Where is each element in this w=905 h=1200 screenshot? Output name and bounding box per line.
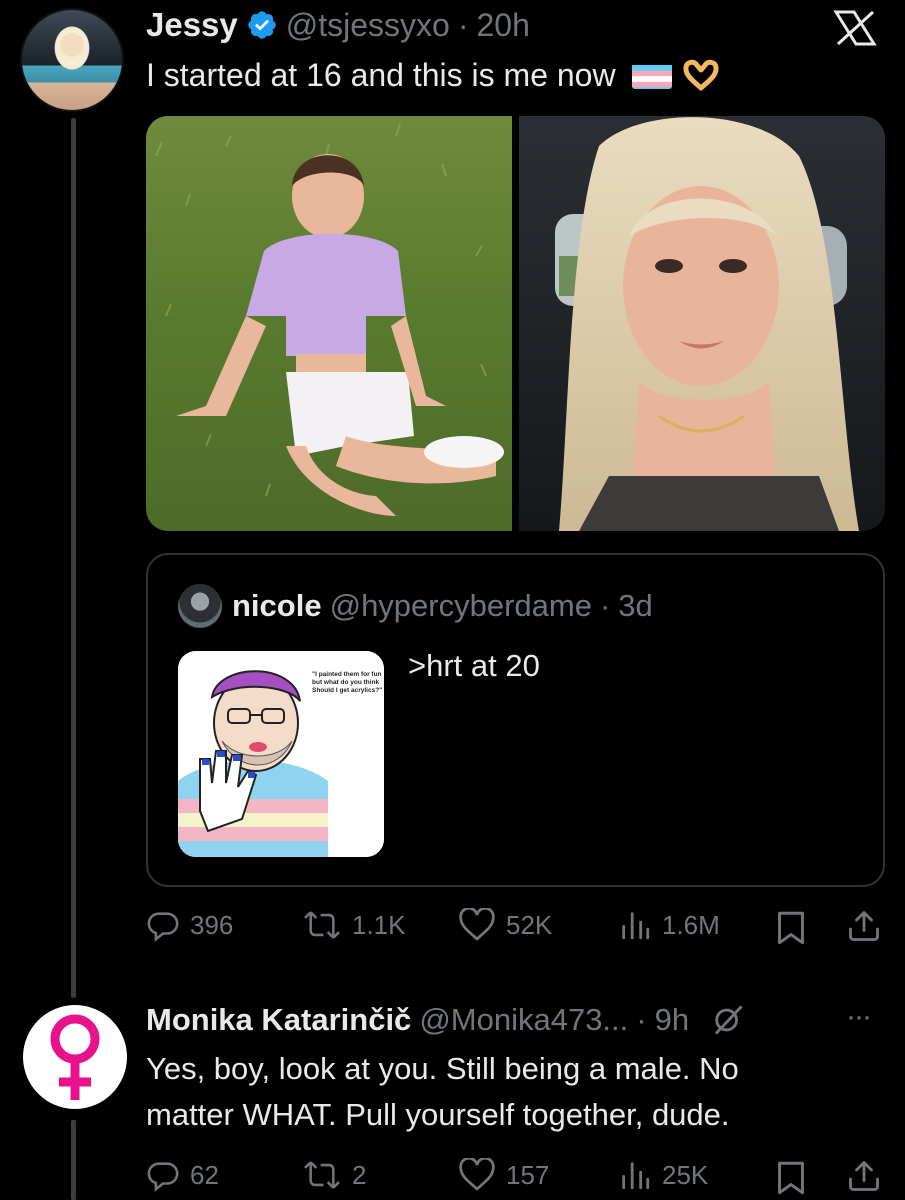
reply-header: Monika Katarinčič @Monika473... · 9h xyxy=(146,1002,745,1038)
reply-views-count: 25K xyxy=(662,1159,709,1190)
bookmark-icon[interactable] xyxy=(774,910,808,951)
separator-dot: · xyxy=(457,6,469,43)
x-logo-icon xyxy=(826,10,884,46)
reply-share-icon[interactable] xyxy=(846,1158,882,1199)
retweet-icon xyxy=(304,911,340,939)
heart-icon xyxy=(459,908,495,941)
author-name[interactable]: Jessy xyxy=(146,6,238,44)
quote-separator-dot: · xyxy=(599,588,611,623)
views-icon xyxy=(622,912,650,940)
retweet-icon xyxy=(304,1161,340,1189)
quote-header: nicole @hypercyberdame · 3d xyxy=(232,588,653,624)
reply-retweet-count: 2 xyxy=(352,1159,367,1190)
tweet-time[interactable]: 20h xyxy=(477,7,530,44)
tweet-header: Jessy @tsjessyxo · 20h xyxy=(146,6,530,44)
share-icon[interactable] xyxy=(846,908,882,949)
heart-icon xyxy=(459,1158,495,1191)
avatar[interactable] xyxy=(20,8,124,112)
quote-author-name[interactable]: nicole xyxy=(232,588,322,624)
quote-image-caption: "I painted them for fun but what do you … xyxy=(312,671,383,694)
reply-icon xyxy=(147,1162,179,1192)
tweet-text: I started at 16 and this is me now xyxy=(146,57,616,93)
reply-reply-button[interactable]: 62 xyxy=(146,1158,219,1192)
reply-separator-dot: · xyxy=(636,1002,647,1037)
quote-author-handle[interactable]: @hypercyberdame xyxy=(330,588,592,624)
heart-hands-icon xyxy=(682,58,720,92)
reply-author-handle[interactable]: @Monika473... xyxy=(419,1002,628,1038)
transgender-flag-icon xyxy=(631,61,672,89)
thread-line-top xyxy=(71,118,76,998)
reply-icon xyxy=(147,912,179,942)
thread-line-bottom xyxy=(71,1120,76,1200)
views-icon xyxy=(622,1162,650,1190)
reply-time[interactable]: 9h xyxy=(655,1002,689,1038)
reply-text-line-2: matter WHAT. Pull yourself together, dud… xyxy=(146,1097,730,1132)
reply-text: Yes, boy, look at you. Still being a mal… xyxy=(146,1046,739,1138)
reply-avatar[interactable] xyxy=(23,1005,127,1109)
retweet-count: 1.1K xyxy=(352,909,406,940)
reply-like-button[interactable]: 157 xyxy=(458,1158,549,1192)
reply-count: 396 xyxy=(190,909,234,940)
reply-author-name[interactable]: Monika Katarinčič xyxy=(146,1002,411,1038)
quote-time[interactable]: 3d xyxy=(618,588,652,624)
reply-bookmark-icon[interactable] xyxy=(774,1160,808,1200)
like-count: 52K xyxy=(506,909,553,940)
quote-media-image[interactable]: "I painted them for fun but what do you … xyxy=(178,651,384,857)
tweet-media-image-2[interactable] xyxy=(519,116,885,531)
venus-symbol-icon xyxy=(50,1014,100,1100)
verified-badge-icon xyxy=(246,9,278,41)
reply-like-count: 157 xyxy=(506,1159,550,1190)
grok-icon[interactable] xyxy=(711,1003,745,1037)
tweet-media-image-1[interactable] xyxy=(146,116,512,531)
more-options-icon[interactable]: ··· xyxy=(846,1000,872,1034)
views-button[interactable]: 1.6M xyxy=(618,908,720,942)
like-button[interactable]: 52K xyxy=(458,908,552,942)
reply-reply-count: 62 xyxy=(190,1159,219,1190)
retweet-button[interactable]: 1.1K xyxy=(302,908,406,942)
reply-retweet-button[interactable]: 2 xyxy=(302,1158,366,1192)
tweet-text-row: I started at 16 and this is me now xyxy=(146,54,720,96)
reply-button[interactable]: 396 xyxy=(146,908,233,942)
views-count: 1.6M xyxy=(662,909,720,940)
quote-avatar[interactable] xyxy=(178,584,222,628)
quote-text: >hrt at 20 xyxy=(408,648,540,683)
reply-text-line-1: Yes, boy, look at you. Still being a mal… xyxy=(146,1051,739,1086)
author-handle[interactable]: @tsjessyxo xyxy=(286,7,450,44)
reply-views-button[interactable]: 25K xyxy=(618,1158,708,1192)
